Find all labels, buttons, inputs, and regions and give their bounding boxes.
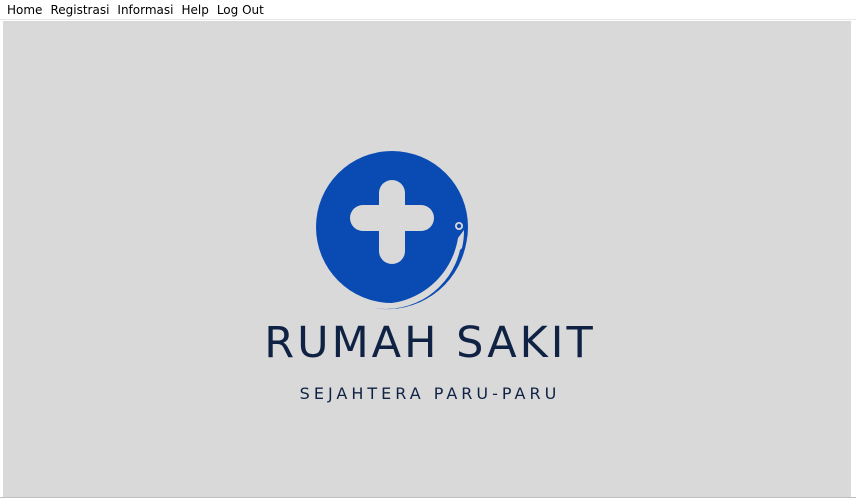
menu-help[interactable]: Help xyxy=(177,1,212,19)
menu-bar: Home Registrasi Informasi Help Log Out xyxy=(0,0,856,20)
window-frame-right xyxy=(851,21,856,497)
menu-home[interactable]: Home xyxy=(3,1,46,19)
logo-highlight-dot-inner xyxy=(456,223,462,229)
menu-registrasi[interactable]: Registrasi xyxy=(46,1,113,19)
hospital-name-subtitle: SEJAHTERA PARU-PARU xyxy=(299,384,561,403)
app-window: Home Registrasi Informasi Help Log Out R… xyxy=(0,0,856,500)
menu-log-out[interactable]: Log Out xyxy=(213,1,268,19)
menu-informasi[interactable]: Informasi xyxy=(113,1,177,19)
hospital-logo xyxy=(316,151,468,310)
hospital-name-title: RUMAH SAKIT xyxy=(264,318,596,368)
